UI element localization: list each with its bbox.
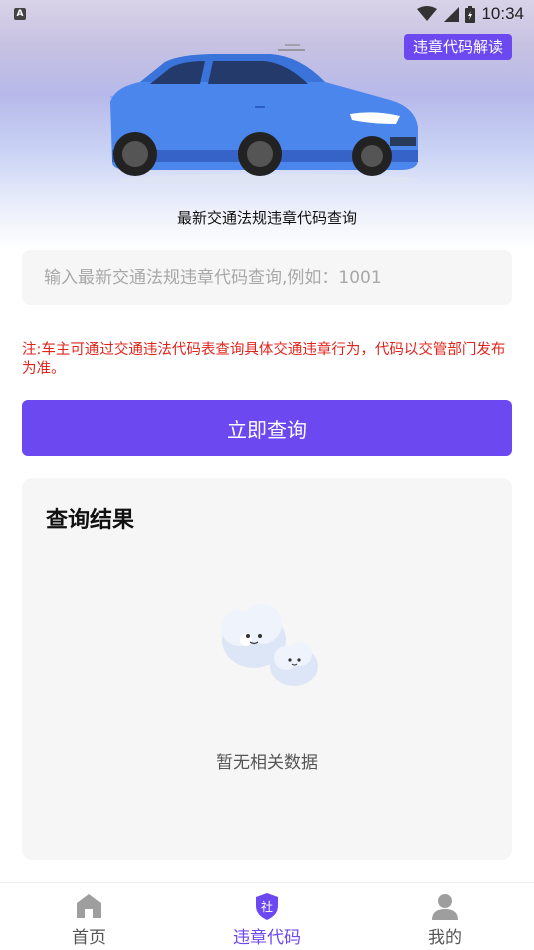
tab-mine[interactable]: 我的 bbox=[356, 883, 534, 950]
shield-badge-icon: 社 bbox=[256, 893, 278, 920]
home-icon bbox=[77, 894, 101, 918]
page-title: 最新交通法规违章代码查询 bbox=[176, 209, 357, 227]
user-icon bbox=[432, 894, 458, 920]
empty-state-text: 暂无相关数据 bbox=[216, 753, 318, 773]
tab-violation-code-label: 违章代码 bbox=[233, 928, 301, 948]
violation-code-search-input[interactable] bbox=[22, 250, 512, 305]
tab-home-label: 首页 bbox=[72, 928, 106, 948]
battery-icon bbox=[465, 5, 476, 23]
result-title: 查询结果 bbox=[46, 508, 135, 533]
shield-badge-text: 社 bbox=[261, 899, 273, 914]
empty-clouds-icon bbox=[221, 604, 318, 686]
wifi-icon bbox=[417, 6, 438, 21]
car-illustration bbox=[110, 44, 420, 186]
query-now-button[interactable]: 立即查询 bbox=[22, 400, 512, 456]
status-bar: A 10:34 bbox=[0, 0, 534, 28]
notice-text: 注:车主可通过交通违法代码表查询具体交通违章行为，代码以交管部门发布为准。 bbox=[22, 342, 506, 377]
tab-mine-label: 我的 bbox=[428, 928, 462, 948]
clock: 10:34 bbox=[481, 4, 524, 23]
bottom-tab-bar: 首页 社 违章代码 我的 bbox=[0, 882, 534, 950]
notification-icon: A bbox=[14, 8, 26, 20]
tab-home[interactable]: 首页 bbox=[0, 883, 178, 950]
tab-violation-code[interactable]: 社 违章代码 bbox=[178, 883, 356, 950]
signal-icon bbox=[444, 7, 460, 22]
result-card: 查询结果 暂无相关数据 bbox=[22, 478, 512, 860]
